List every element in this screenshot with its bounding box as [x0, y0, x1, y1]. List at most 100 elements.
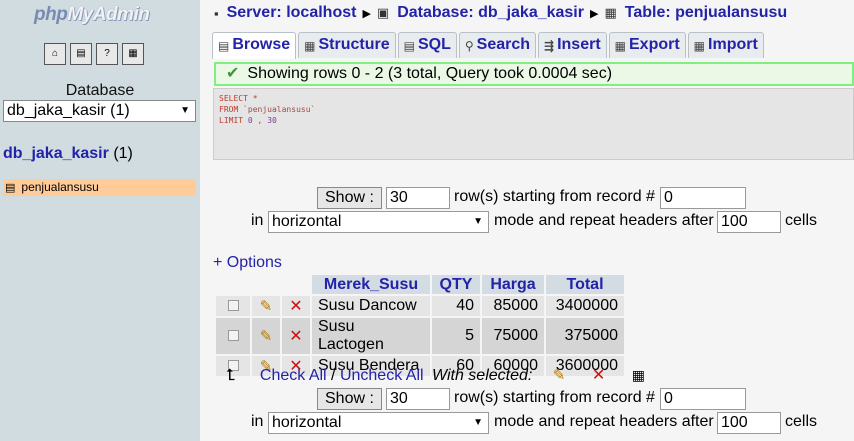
- options-link[interactable]: + Options: [213, 254, 282, 272]
- breadcrumb-server[interactable]: Server: localhost: [227, 4, 357, 22]
- start-record-input[interactable]: 0: [660, 388, 746, 410]
- edit-cell: ✎: [252, 296, 280, 316]
- database-select-value: db_jaka_kasir (1): [7, 102, 130, 119]
- tab-label: Export: [629, 36, 680, 53]
- cell-total: 375000: [546, 318, 624, 354]
- repeat-headers-input[interactable]: 100: [717, 211, 781, 233]
- display-mode-select[interactable]: horizontal ▼: [268, 412, 489, 434]
- row-checkbox[interactable]: [227, 330, 239, 342]
- column-header-total[interactable]: Total: [546, 275, 624, 294]
- sidebar-item-label: penjualansusu: [21, 180, 99, 194]
- sql-keyword: LIMIT: [219, 116, 244, 125]
- tab-bar: ▤ Browse ▦ Structure ▤ SQL ⚲ Search ⇶ Insert …: [212, 32, 764, 59]
- chevron-down-icon: ▼: [180, 105, 190, 116]
- cell-qty: 5: [432, 318, 480, 354]
- repeat-text: mode and repeat headers after: [494, 212, 714, 229]
- tab-export[interactable]: ▦ Export: [608, 32, 686, 58]
- logo-php-text: php: [34, 4, 68, 25]
- display-mode-select[interactable]: horizontal ▼: [268, 211, 489, 233]
- pencil-icon[interactable]: ✎: [553, 367, 566, 384]
- tab-insert[interactable]: ⇶ Insert: [538, 32, 607, 58]
- rows-input[interactable]: 30: [386, 388, 450, 410]
- tab-label: Insert: [557, 36, 601, 53]
- show-button[interactable]: Show :: [317, 187, 382, 209]
- export-icon: ▦: [614, 39, 626, 53]
- header-spacer: [216, 275, 250, 294]
- start-record-input[interactable]: 0: [660, 187, 746, 209]
- tab-sql[interactable]: ▤ SQL: [397, 32, 457, 58]
- chevron-down-icon: ▼: [473, 417, 483, 428]
- repeat-text: mode and repeat headers after: [494, 413, 714, 430]
- check-all-row: ⮤ Check All / Uncheck All With selected:…: [226, 365, 645, 385]
- uncheck-all-link[interactable]: Uncheck All: [340, 367, 424, 384]
- sql-number: 30: [262, 116, 277, 125]
- delete-icon[interactable]: ✕: [592, 367, 605, 384]
- breadcrumb-table[interactable]: Table: penjualansusu: [625, 4, 787, 22]
- row-checkbox[interactable]: [227, 300, 239, 312]
- delete-icon[interactable]: ✕: [289, 298, 302, 315]
- table-row: ✎ ✕ Susu Lactogen 5 75000 375000: [216, 318, 624, 354]
- row-checkbox-cell: [216, 296, 250, 316]
- import-icon: ▦: [693, 39, 706, 53]
- with-selected-label: With selected:: [432, 367, 533, 384]
- success-notice: ✔ Showing rows 0 - 2 (3 total, Query took…: [214, 62, 854, 86]
- rows-input[interactable]: 30: [386, 187, 450, 209]
- column-header-harga[interactable]: Harga: [482, 275, 544, 294]
- repeat-headers-input[interactable]: 100: [717, 412, 781, 434]
- phpmyadmin-logo[interactable]: phpMyAdmin: [34, 4, 150, 26]
- delete-cell: ✕: [282, 296, 310, 316]
- tab-browse[interactable]: ▤ Browse: [212, 32, 297, 59]
- database-link[interactable]: db_jaka_kasir: [3, 145, 109, 162]
- docs-icon[interactable]: ▦: [122, 43, 144, 65]
- notice-text: Showing rows 0 - 2 (3 total, Query took …: [247, 65, 613, 82]
- database-select[interactable]: db_jaka_kasir (1) ▼: [3, 100, 196, 122]
- table-row: ✎ ✕ Susu Dancow 40 85000 3400000: [216, 296, 624, 316]
- tab-structure[interactable]: ▦ Structure: [298, 32, 396, 58]
- tab-search[interactable]: ⚲ Search: [458, 32, 537, 58]
- tab-label: Structure: [318, 36, 390, 53]
- sidebar-item-penjualansusu[interactable]: ▤ penjualansusu: [3, 179, 196, 196]
- cell-qty: 40: [432, 296, 480, 316]
- pencil-icon[interactable]: ✎: [260, 328, 273, 345]
- tab-import[interactable]: ▦ Import: [687, 32, 764, 58]
- pencil-icon[interactable]: ✎: [260, 298, 273, 315]
- column-header-qty[interactable]: QTY: [432, 275, 480, 294]
- sql-string: `penjualansusu`: [238, 105, 316, 114]
- delete-cell: ✕: [282, 318, 310, 354]
- row-checkbox-cell: [216, 318, 250, 354]
- sql-text: *: [247, 94, 258, 103]
- sql-query-icon[interactable]: ▤: [70, 43, 92, 65]
- arrow-up-left-icon: ⮤: [226, 367, 236, 384]
- browse-icon: ▤: [218, 39, 230, 53]
- server-icon: ▪: [214, 5, 219, 21]
- separator: /: [326, 367, 340, 384]
- export-icon[interactable]: ▦: [632, 367, 645, 383]
- delete-icon[interactable]: ✕: [289, 328, 302, 345]
- cells-text: cells: [785, 413, 818, 430]
- in-text: in: [251, 212, 264, 229]
- display-mode-value: horizontal: [272, 213, 342, 230]
- breadcrumb: ▪ Server: localhost ▶ ▣ Database: db_jaka_…: [214, 4, 787, 22]
- chevron-right-icon: ▶: [362, 7, 371, 20]
- help-icon[interactable]: ?: [96, 43, 118, 65]
- home-icon[interactable]: ⌂: [44, 43, 66, 65]
- results-table: Merek_Susu QTY Harga Total ✎ ✕ Susu Danc…: [214, 273, 626, 378]
- check-all-link[interactable]: Check All: [260, 367, 327, 384]
- logo-myadmin-text: MyAdmin: [67, 4, 150, 25]
- database-icon: ▣: [376, 5, 390, 20]
- sql-icon: ▤: [403, 39, 415, 53]
- main-content: ▪ Server: localhost ▶ ▣ Database: db_jaka_…: [200, 0, 854, 441]
- sql-line: FROM `penjualansusu`: [219, 104, 848, 115]
- table-count: (1): [113, 145, 133, 162]
- cell-harga: 85000: [482, 296, 544, 316]
- navigation-panel: phpMyAdmin ⌂ ▤ ? ▦ Database db_jaka_kasi…: [0, 0, 200, 441]
- show-button[interactable]: Show :: [317, 388, 382, 410]
- breadcrumb-database[interactable]: Database: db_jaka_kasir: [397, 4, 584, 22]
- rows-text: row(s) starting from record #: [454, 389, 655, 406]
- cells-text: cells: [785, 212, 818, 229]
- database-link-row: db_jaka_kasir (1): [3, 145, 133, 163]
- sql-text: ,: [252, 116, 263, 125]
- sql-query-box: SELECT * FROM `penjualansusu` LIMIT 0 , …: [213, 88, 854, 160]
- column-header-merek-susu[interactable]: Merek_Susu: [312, 275, 430, 294]
- cell-harga: 75000: [482, 318, 544, 354]
